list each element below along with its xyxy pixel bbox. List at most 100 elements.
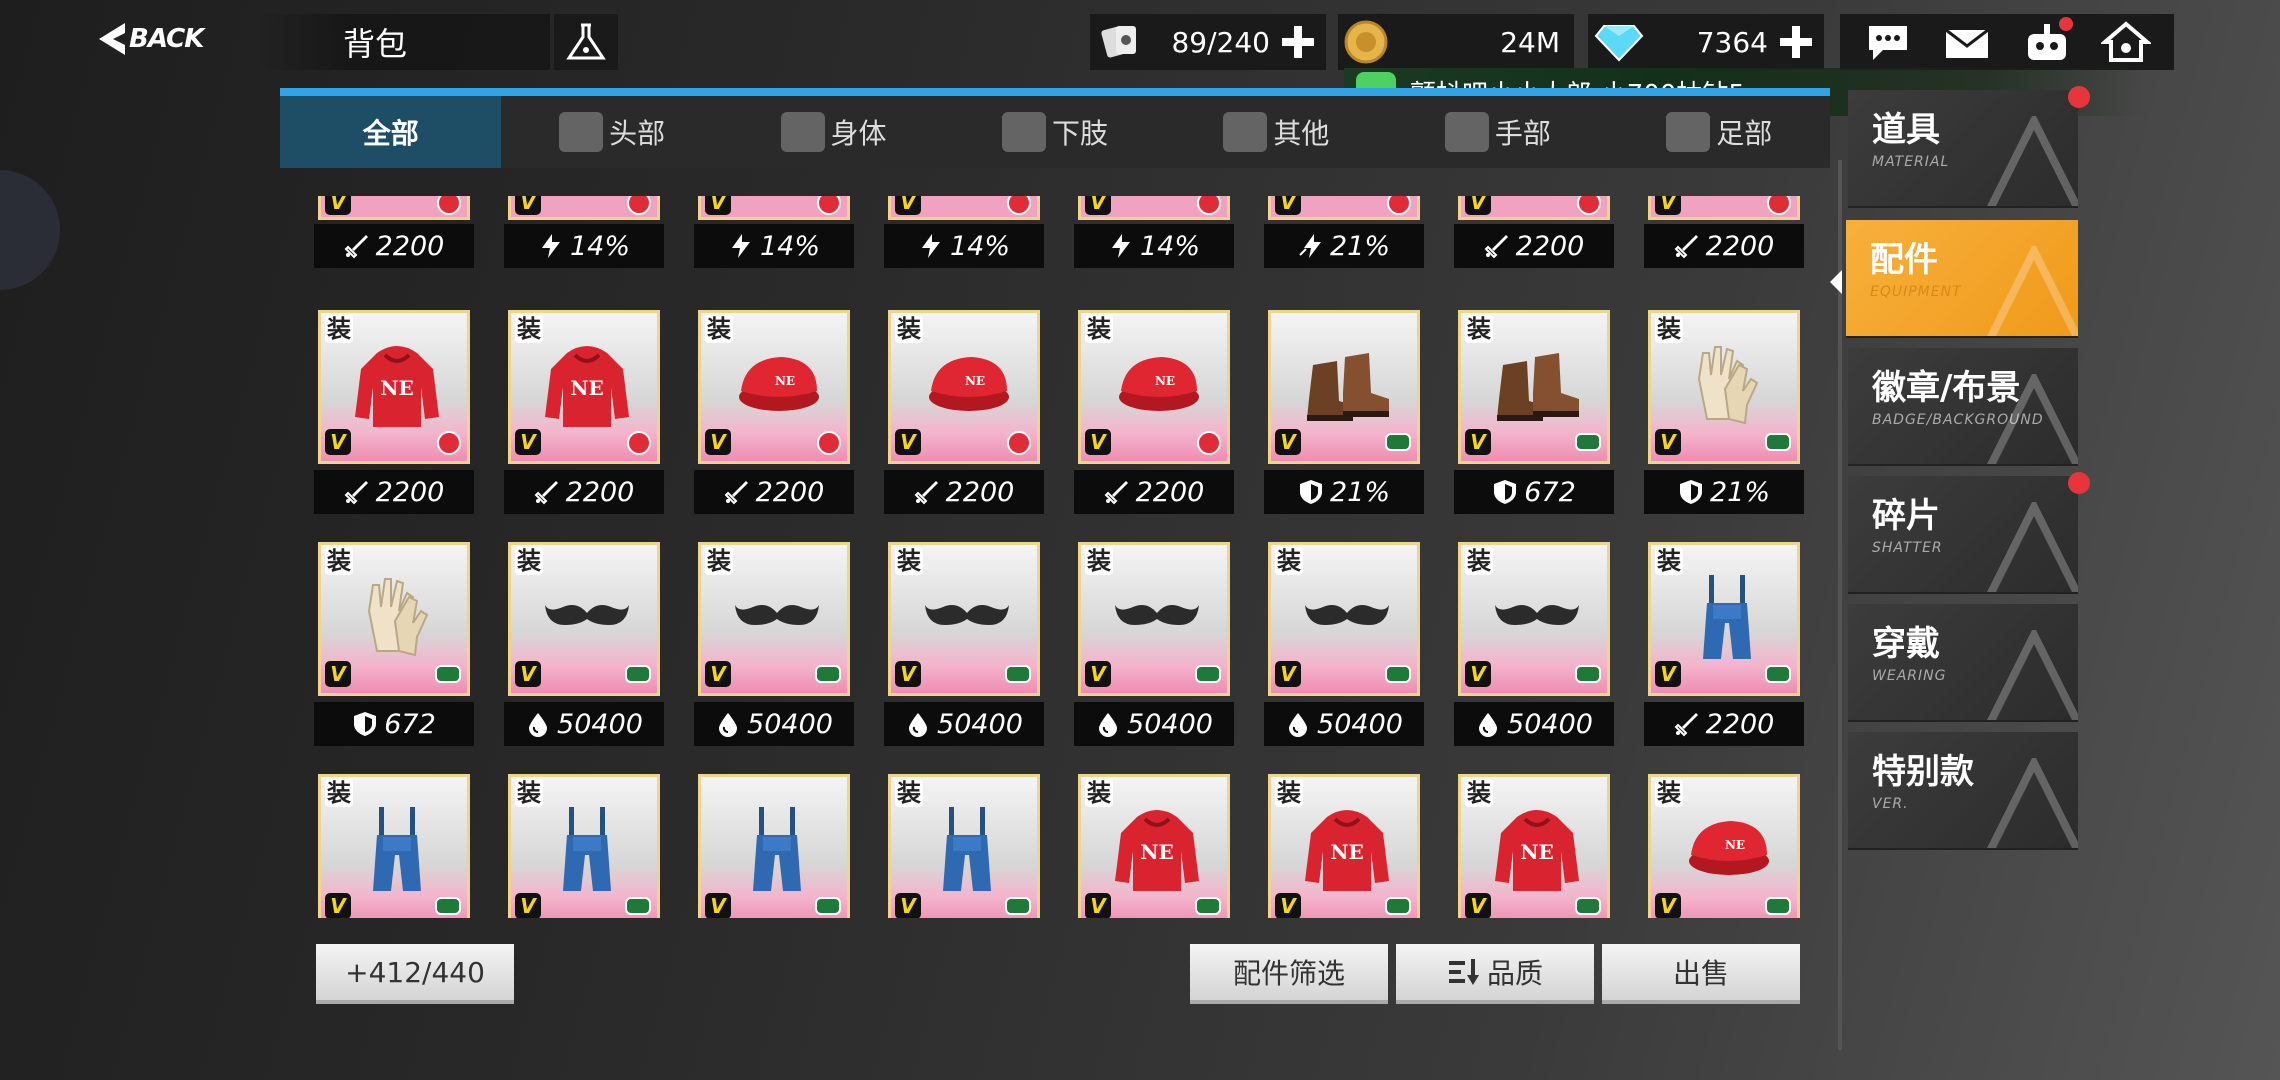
item-card: V	[318, 196, 470, 220]
inventory-item[interactable]: 装 V 50400	[1264, 542, 1424, 746]
tabs-accent-line	[280, 88, 1830, 96]
add-diamond-plus-icon[interactable]	[1776, 22, 1816, 62]
tab-all[interactable]: 全部	[280, 96, 502, 168]
inventory-item[interactable]: 装 NE V 2200	[314, 310, 474, 514]
inventory-capacity[interactable]: 89/240	[1090, 14, 1326, 70]
sidebar-item-0[interactable]: 道具 MATERIAL	[1848, 90, 2078, 208]
back-button[interactable]: BACK	[95, 14, 255, 64]
inventory-item[interactable]: V 14%	[1074, 196, 1234, 268]
tab-other[interactable]: 其他	[1166, 96, 1387, 168]
tab-label: 全部	[362, 117, 419, 150]
inventory-item[interactable]: 装 V 672	[314, 542, 474, 746]
diamond-display[interactable]: 7364	[1588, 14, 1824, 70]
stat-value: 2200	[375, 476, 445, 508]
inventory-item[interactable]: 装V	[504, 774, 664, 918]
shield-icon	[352, 711, 378, 737]
cards-icon	[1101, 26, 1136, 58]
inventory-item[interactable]: 装 NE V	[1454, 774, 1614, 918]
tab-feet[interactable]: 足部	[1609, 96, 1830, 168]
mail-button[interactable]	[1939, 17, 1995, 67]
sidebar-decoration-icon	[1987, 502, 2078, 592]
inventory-item[interactable]: V 14%	[504, 196, 664, 268]
rarity-green-icon	[1005, 665, 1031, 683]
item-card: 装V	[508, 542, 660, 696]
sidebar-item-2[interactable]: 徽章/布景 BADGE/BACKGROUND	[1848, 348, 2078, 466]
inventory-item[interactable]: 装V	[884, 774, 1044, 918]
tab-body[interactable]: 身体	[723, 96, 944, 168]
sword-icon	[724, 479, 750, 505]
svg-text:NE: NE	[380, 376, 414, 400]
inventory-item[interactable]: 装 V 50400	[694, 542, 854, 746]
bolt-icon	[918, 233, 944, 259]
sword-icon	[344, 479, 370, 505]
inventory-item[interactable]: 装 NE V	[1644, 774, 1804, 918]
svg-text:NE: NE	[965, 374, 985, 388]
inventory-item[interactable]: 装 NE V 2200	[1074, 310, 1234, 514]
inventory-item[interactable]: V 2200	[1644, 196, 1804, 268]
stat-value: 2200	[945, 476, 1015, 508]
sort-label: 品质	[1486, 957, 1543, 990]
inventory-item[interactable]: 装 V 50400	[1454, 542, 1614, 746]
page-title: 背包	[342, 25, 407, 63]
sidebar-sublabel: VER.	[1872, 796, 1909, 812]
mustache-icon	[1487, 567, 1587, 667]
tab-head[interactable]: 头部	[501, 96, 722, 168]
inventory-item[interactable]: 装 V 2200	[1644, 542, 1804, 746]
item-card: 装 NE V	[888, 310, 1040, 464]
hoodie-icon: NE	[537, 335, 637, 435]
inventory-item[interactable]: 装 NE V	[1264, 774, 1424, 918]
item-stat: 2200	[1644, 224, 1804, 268]
inventory-item[interactable]: 装 NE V	[1074, 774, 1234, 918]
inventory-item[interactable]: 装 V 50400	[884, 542, 1044, 746]
expand-capacity-button[interactable]: +412/440	[316, 944, 514, 1004]
item-card: 装V	[1268, 542, 1420, 696]
sell-button[interactable]: 出售	[1602, 944, 1800, 1004]
sidebar-item-5[interactable]: 特别款 VER.	[1848, 732, 2078, 850]
stat-value: 50400	[1507, 708, 1593, 740]
chat-button[interactable]	[1860, 17, 1916, 67]
v-badge-icon: V	[1655, 196, 1681, 215]
gift-button[interactable]	[2019, 17, 2075, 67]
inventory-item[interactable]: V	[694, 774, 854, 918]
tab-legs[interactable]: 下肢	[944, 96, 1165, 168]
sidebar-item-4[interactable]: 穿戴 WEARING	[1848, 604, 2078, 722]
item-row: 装 NE V 2200 装 NE V 2200 装 NE V 2200 装 NE V 2200 装 NE V 2200…	[314, 310, 1814, 514]
add-inventory-plus-icon[interactable]	[1278, 22, 1318, 62]
inventory-item[interactable]: 装 NE V 2200	[884, 310, 1044, 514]
v-badge-icon: V	[705, 429, 731, 455]
sort-icon	[1448, 959, 1479, 985]
v-badge-icon: V	[1465, 429, 1491, 455]
inventory-item[interactable]: 装 V 672	[1454, 310, 1614, 514]
rarity-green-icon	[1575, 665, 1601, 683]
item-stat: 14%	[884, 224, 1044, 268]
item-stat: 2200	[314, 470, 474, 514]
sidebar-item-3[interactable]: 碎片 SHATTER	[1848, 476, 2078, 594]
inventory-item[interactable]: V 2200	[1454, 196, 1614, 268]
tab-hands[interactable]: 手部	[1387, 96, 1608, 168]
inventory-item[interactable]: V 14%	[884, 196, 1044, 268]
inventory-item[interactable]: 装 V 50400	[1074, 542, 1234, 746]
v-badge-icon: V	[1655, 429, 1681, 455]
stat-value: 672	[1524, 476, 1576, 508]
home-button[interactable]	[2098, 17, 2154, 67]
inventory-item[interactable]: V 14%	[694, 196, 854, 268]
filter-button[interactable]: 配件筛选	[1190, 944, 1388, 1004]
inventory-item[interactable]: 装V	[314, 774, 474, 918]
inventory-item[interactable]: 装 NE V 2200	[504, 310, 664, 514]
item-card: V	[1268, 310, 1420, 464]
inventory-item[interactable]: V 21%	[1264, 196, 1424, 268]
sort-quality-button[interactable]: 品质	[1396, 944, 1594, 1004]
inventory-item[interactable]: 装 V 50400	[504, 542, 664, 746]
inventory-item[interactable]: V 21%	[1264, 310, 1424, 514]
inventory-item[interactable]: 装 NE V 2200	[694, 310, 854, 514]
info-button[interactable]	[554, 14, 618, 70]
gold-coin-icon	[1344, 20, 1388, 64]
mustache-icon	[917, 567, 1017, 667]
sidebar-item-1[interactable]: 配件 EQUIPMENT	[1846, 220, 2078, 338]
drop-icon	[905, 711, 931, 737]
inventory-item[interactable]: V 2200	[314, 196, 474, 268]
inventory-item[interactable]: 装 V 21%	[1644, 310, 1804, 514]
item-card: 装 NE V	[1078, 310, 1230, 464]
stat-value: 2200	[755, 476, 825, 508]
home-icon	[2101, 21, 2152, 62]
